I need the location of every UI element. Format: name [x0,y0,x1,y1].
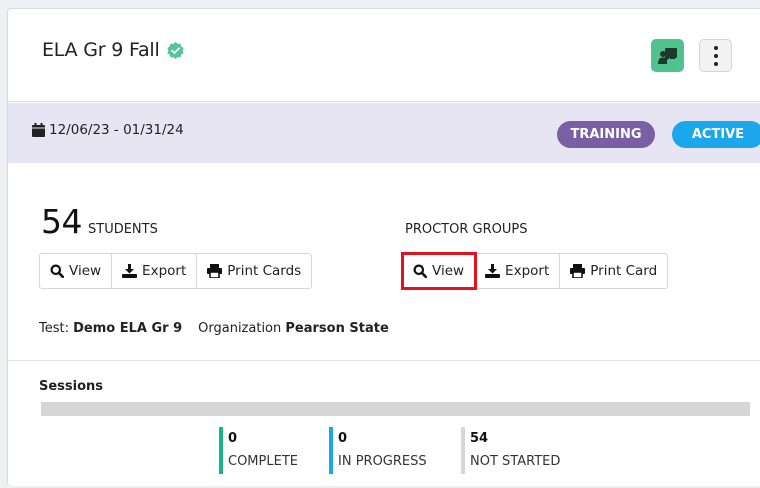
sessions-progress-bar [41,402,750,416]
assessment-title: ELA Gr 9 Fall [42,39,160,61]
stat-not-started-label: NOT STARTED [470,454,561,469]
students-actions: View Export Print Cards [39,253,313,289]
stat-complete: 0 COMPLETE [219,427,298,474]
status-band: 12/06/23 - 01/31/24 TRAINING ACTIVE [8,103,760,163]
search-icon [50,264,64,278]
stat-not-started: 54 NOT STARTED [461,427,560,474]
card-header: ELA Gr 9 Fall [8,9,760,102]
stat-in-progress-value: 0 [338,431,348,446]
stat-complete-label: COMPLETE [228,454,298,469]
kebab-menu-icon [713,44,718,68]
date-range-text: 12/06/23 - 01/31/24 [49,122,184,138]
organization-name: Pearson State [285,321,389,336]
proctor-view-button[interactable]: View [400,252,478,290]
proctor-groups-label: PROCTOR GROUPS [405,222,528,237]
proctor-groups-actions: View Export Print Card [400,252,669,290]
printer-icon [570,264,586,278]
calendar-icon [32,123,45,137]
proctor-export-label: Export [505,263,550,279]
divider [8,360,760,361]
stat-not-started-value: 54 [470,431,489,446]
students-view-label: View [69,263,102,279]
page-title: ELA Gr 9 Fall [42,39,185,61]
students-view-button[interactable]: View [40,254,113,288]
stat-in-progress-indicator [329,427,333,474]
active-badge: ACTIVE [672,121,760,148]
assessment-card: ELA Gr 9 Fall 12/06/23 - 01/31/24 TRAINI… [7,8,760,486]
students-export-button[interactable]: Export [112,254,198,288]
stat-complete-value: 0 [228,431,238,446]
printer-icon [207,264,223,278]
more-options-button[interactable] [699,39,732,72]
proctor-print-card-label: Print Card [590,263,658,279]
students-export-label: Export [142,263,187,279]
teacher-board-icon [657,47,677,64]
proctor-view-label: View [432,263,465,279]
proctor-export-button[interactable]: Export [475,254,561,288]
students-print-cards-label: Print Cards [227,263,302,279]
test-label: Test: [39,321,69,336]
training-badge: TRAINING [557,121,655,148]
download-icon [122,264,138,278]
sessions-label: Sessions [39,379,104,394]
stat-in-progress: 0 IN PROGRESS [329,427,427,474]
proctor-print-card-button[interactable]: Print Card [560,254,667,288]
teacher-view-button[interactable] [651,39,684,72]
date-range: 12/06/23 - 01/31/24 [32,122,184,138]
stat-in-progress-label: IN PROGRESS [338,454,427,469]
students-print-cards-button[interactable]: Print Cards [197,254,311,288]
students-label: STUDENTS [88,222,158,237]
test-name: Demo ELA Gr 9 [73,321,183,336]
stat-complete-indicator [219,427,223,474]
search-icon [413,264,427,278]
verified-badge-icon [166,41,184,59]
download-icon [485,264,501,278]
student-count: 54 [41,202,83,241]
students-summary: 54 STUDENTS [41,202,158,241]
test-info: Test: Demo ELA Gr 9 Organization Pearson … [39,321,389,336]
organization-label: Organization [198,321,282,336]
stat-not-started-indicator [461,427,465,474]
